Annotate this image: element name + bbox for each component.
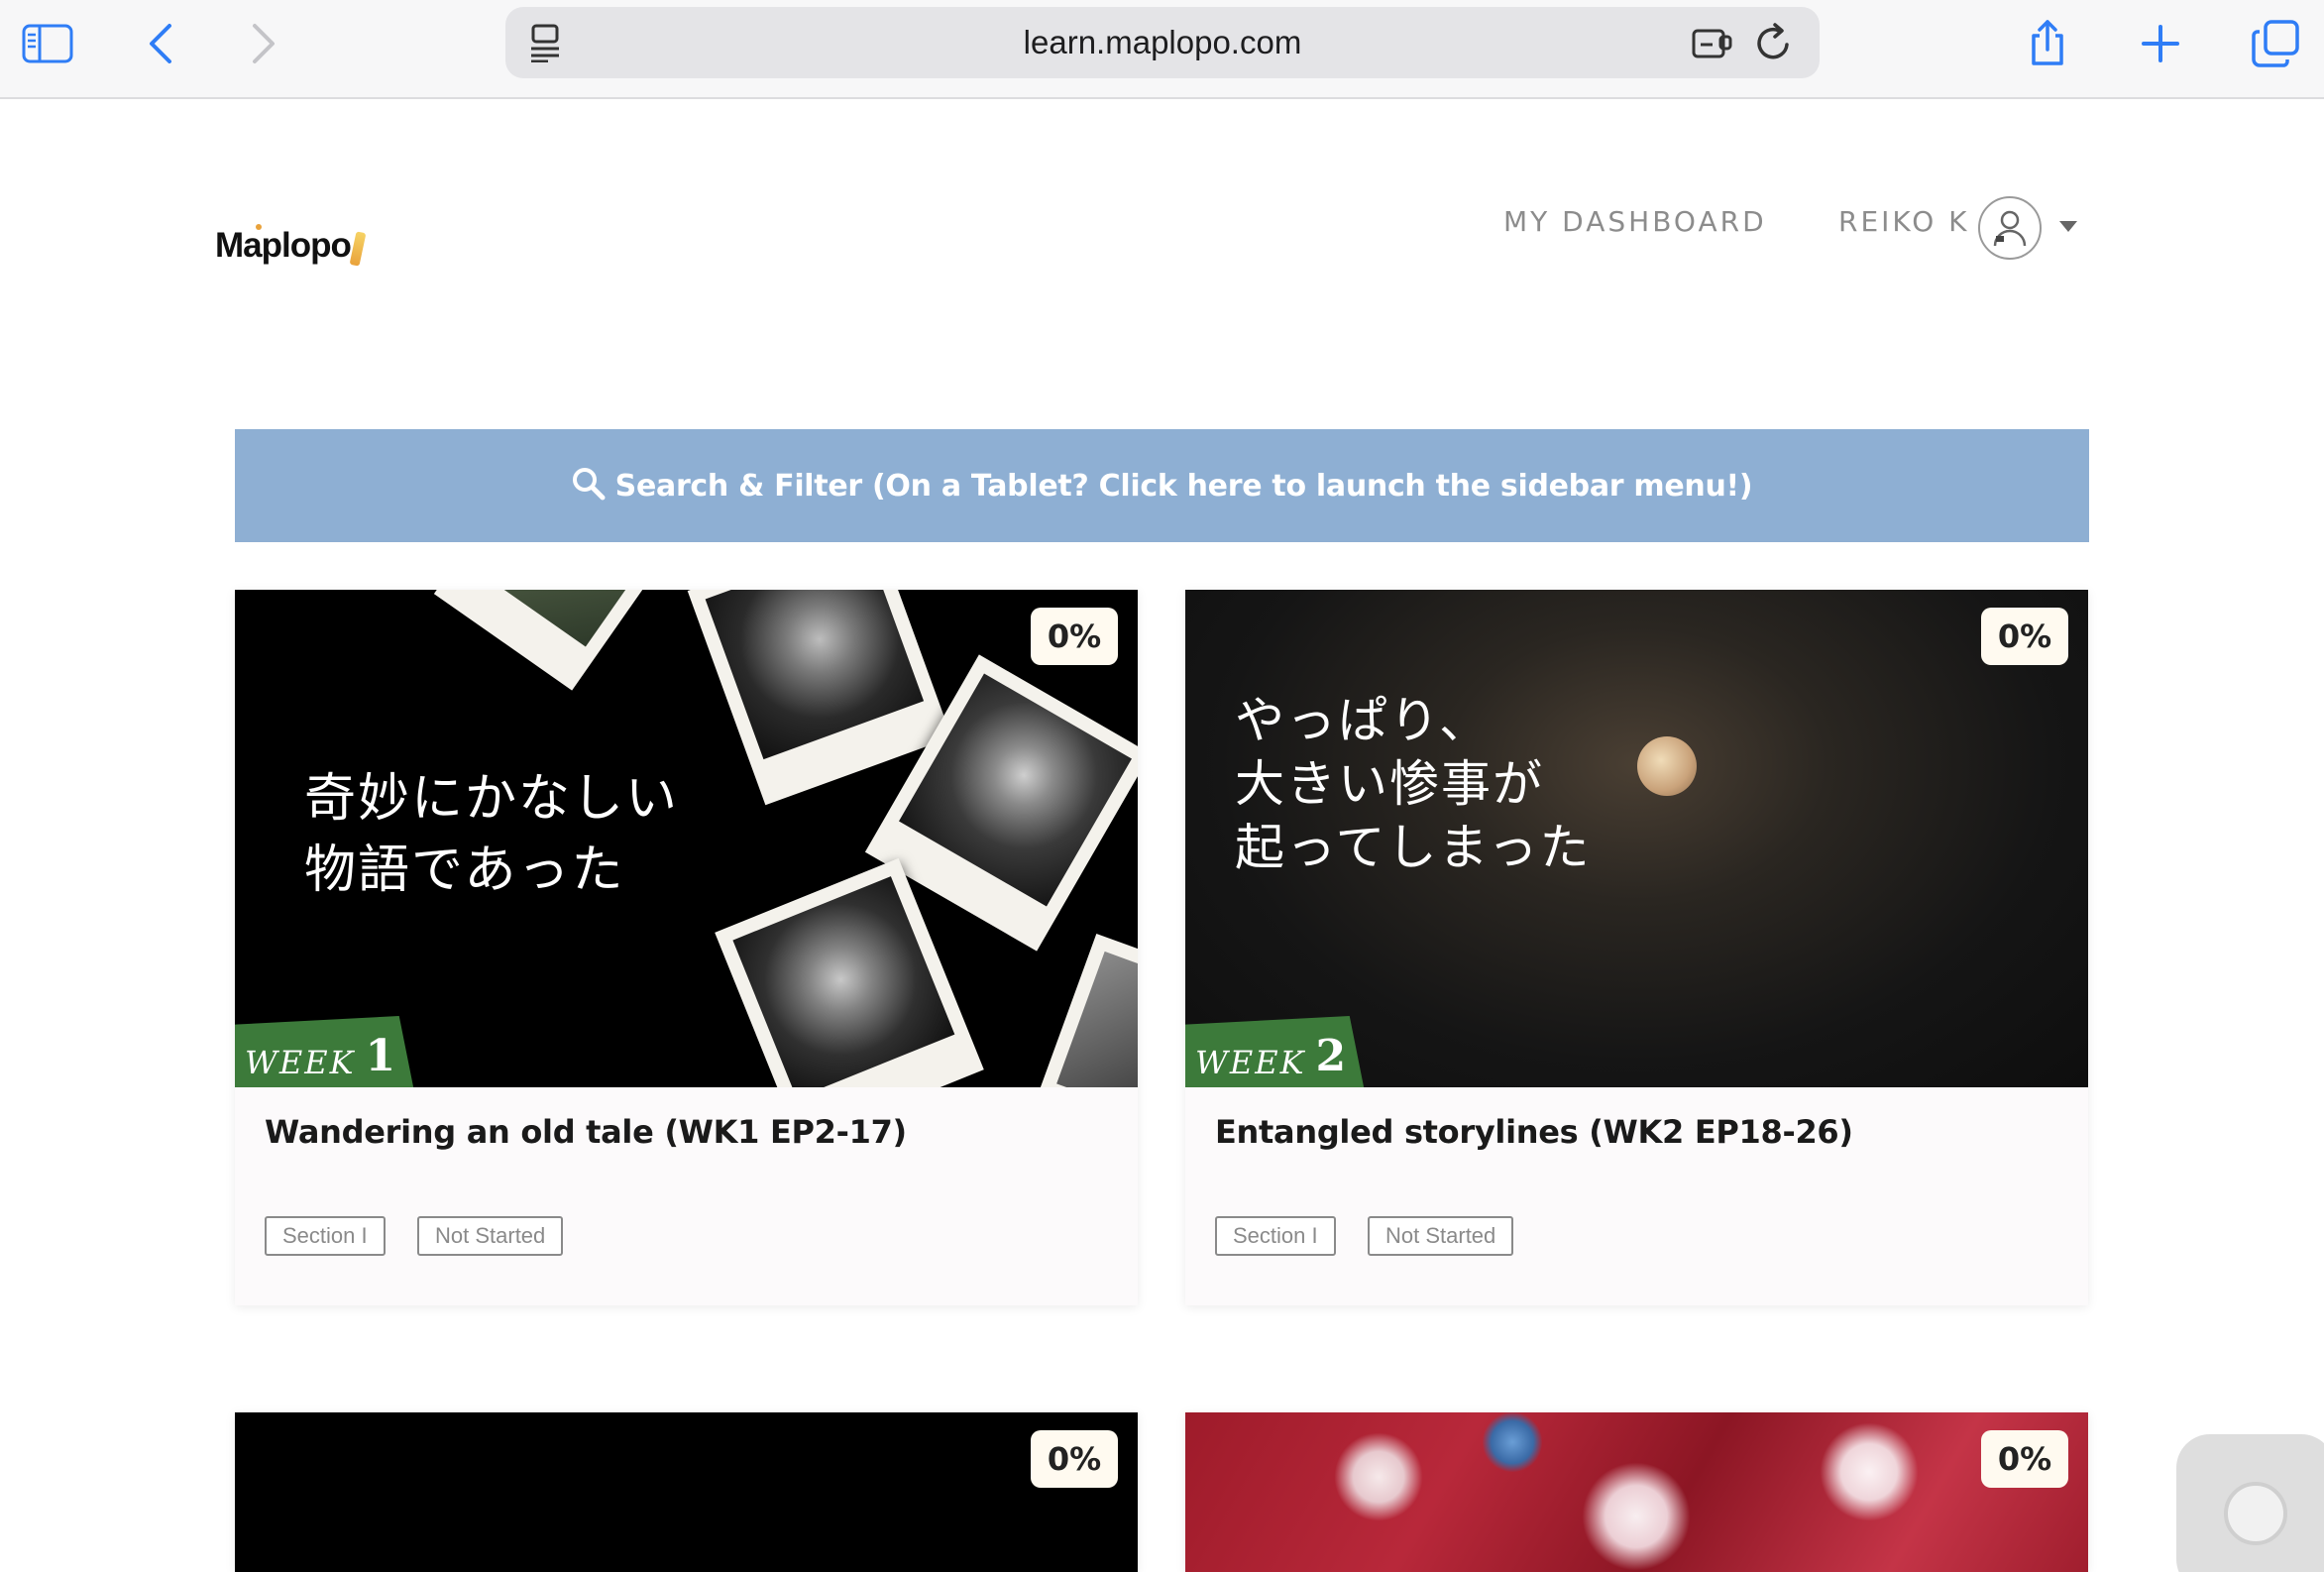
url-text[interactable]: learn.maplopo.com <box>505 7 1820 78</box>
site-logo[interactable]: Maplopo <box>215 226 352 266</box>
sidebar-icon[interactable] <box>18 14 77 73</box>
chevron-down-icon[interactable] <box>2059 220 2077 238</box>
back-icon[interactable] <box>131 14 190 73</box>
address-bar[interactable]: learn.maplopo.com <box>505 7 1820 78</box>
thumbnail-caption: 奇妙にかなしい 物語であった <box>304 769 680 900</box>
nav-my-dashboard[interactable]: MY DASHBOARD <box>1503 205 1767 238</box>
tabs-icon[interactable] <box>2246 14 2305 73</box>
course-thumbnail[interactable]: 0% <box>235 1412 1138 1572</box>
course-card[interactable]: 0% <box>1185 1412 2088 1572</box>
week-badge: WEEK 2 <box>1185 1016 1365 1087</box>
extension-icon[interactable] <box>1683 13 1742 72</box>
moon-icon <box>1637 736 1697 796</box>
course-card[interactable]: 奇妙にかなしい 物語であった WEEK 1 0% Wandering an ol… <box>235 590 1138 1305</box>
thumbnail-caption: やっぱり、 大きい惨事が 起ってしまった <box>1235 692 1592 876</box>
course-title[interactable]: Entangled storylines (WK2 EP18-26) <box>1215 1113 1853 1151</box>
progress-badge: 0% <box>1981 1430 2068 1488</box>
flower-pattern <box>1820 1422 1919 1521</box>
tag-status[interactable]: Not Started <box>1368 1216 1514 1256</box>
tag-section[interactable]: Section I <box>1215 1216 1336 1256</box>
course-card[interactable]: やっぱり、 大きい惨事が 起ってしまった WEEK 2 0% Entangled… <box>1185 590 2088 1305</box>
course-thumbnail[interactable]: 奇妙にかなしい 物語であった WEEK 1 0% <box>235 590 1138 1087</box>
week-badge: WEEK 1 <box>235 1016 414 1087</box>
pencil-icon <box>349 231 367 267</box>
search-filter-banner[interactable]: Search & Filter (On a Tablet? Click here… <box>235 429 2089 542</box>
browser-toolbar: learn.maplopo.com <box>0 0 2324 99</box>
flower-pattern <box>1483 1412 1542 1472</box>
assistive-touch-icon <box>2224 1482 2287 1545</box>
polaroid-photo <box>1028 933 1138 1087</box>
tag-section[interactable]: Section I <box>265 1216 386 1256</box>
tag-status[interactable]: Not Started <box>417 1216 564 1256</box>
course-title[interactable]: Wandering an old tale (WK1 EP2-17) <box>265 1113 907 1151</box>
course-thumbnail[interactable]: 0% <box>1185 1412 2088 1572</box>
nav-user-name[interactable]: REIKO K <box>1838 205 1970 238</box>
new-tab-icon[interactable] <box>2131 14 2190 73</box>
search-icon <box>572 467 606 505</box>
assistive-touch-button[interactable] <box>2176 1434 2324 1572</box>
flower-pattern <box>1582 1462 1691 1571</box>
search-filter-label: Search & Filter (On a Tablet? Click here… <box>614 468 1753 504</box>
course-thumbnail[interactable]: やっぱり、 大きい惨事が 起ってしまった WEEK 2 0% <box>1185 590 2088 1087</box>
reload-icon[interactable] <box>1744 13 1804 72</box>
progress-badge: 0% <box>1981 608 2068 665</box>
share-icon[interactable] <box>2018 14 2077 73</box>
progress-badge: 0% <box>1031 1430 1118 1488</box>
forward-icon[interactable] <box>234 14 293 73</box>
flower-pattern <box>1334 1432 1423 1521</box>
progress-badge: 0% <box>1031 608 1118 665</box>
avatar-icon[interactable] <box>1978 196 2042 260</box>
course-card[interactable]: 0% <box>235 1412 1138 1572</box>
polaroid-photo <box>433 590 681 691</box>
